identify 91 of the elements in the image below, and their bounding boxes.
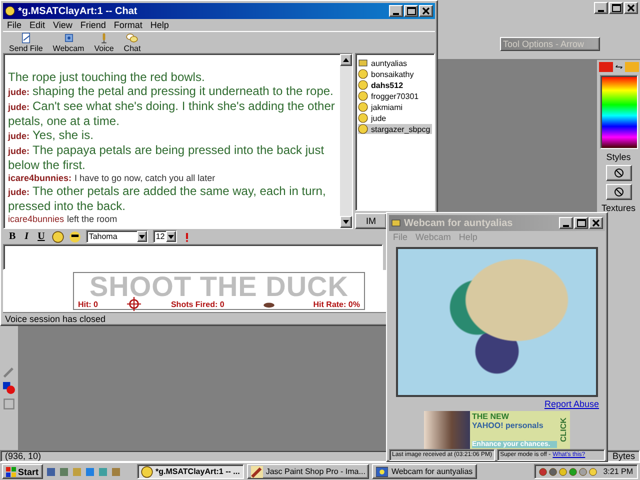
toolbar-button[interactable]: Webcam [50, 32, 86, 53]
crop-icon [3, 398, 15, 410]
banner-title: SHOOT THE DUCK [90, 273, 348, 301]
maximize-button[interactable] [574, 217, 588, 229]
user-list-item[interactable]: frogger70301 [358, 91, 432, 101]
window-title: Webcam for auntyalias [404, 218, 514, 228]
no-symbol-icon [614, 168, 624, 178]
maximize-icon [576, 219, 586, 227]
chat-message: jude: The papaya petals are being pressed into the back just below the first. [8, 143, 326, 172]
chat-message: jude: The other petals are added the same way, each in turn, pressed into the back. [8, 184, 327, 213]
no-symbol-icon [614, 187, 624, 197]
scrollbar[interactable] [340, 54, 352, 228]
underline-button[interactable]: U [36, 231, 47, 242]
clock: 3:21 PM [603, 467, 633, 476]
sunglasses-smiley-icon[interactable] [68, 230, 81, 242]
chat-event: icare4bunnies left the room [8, 213, 118, 225]
toolbar-button[interactable]: Voice [92, 32, 116, 53]
maximize-icon [612, 4, 620, 12]
user-list-item[interactable]: stargazer_sbpcg [358, 124, 432, 134]
close-icon [592, 219, 600, 227]
banner-stat: Hit: 0 [78, 300, 98, 308]
im-button[interactable]: IM [355, 213, 387, 229]
webcam-icon [391, 218, 401, 228]
chat-message: jude: Can't see what she's doing. I think she's adding the other petals, one at a time. [8, 99, 336, 128]
ad-brand: YAHOO! personals [472, 421, 544, 430]
user-list-item[interactable]: jude [358, 113, 432, 123]
color-spectrum[interactable] [600, 75, 638, 149]
font-dropdown[interactable]: Tahoma [86, 230, 148, 243]
shapes-icon [3, 382, 15, 394]
palette-label: Textures [601, 203, 636, 213]
bold-button[interactable]: B [7, 231, 18, 242]
palette-title: Tool Options - Arrow [503, 39, 586, 49]
style-button[interactable] [606, 165, 632, 181]
close-button[interactable] [624, 2, 638, 14]
swap-arrows-icon [614, 63, 622, 71]
maximize-icon [406, 7, 416, 15]
palette-label: Styles [606, 152, 631, 162]
down-arrow-icon [168, 234, 174, 238]
ad-headline: THE NEW [472, 412, 510, 421]
user-list-item[interactable]: auntyalias [358, 58, 432, 68]
menu-item[interactable]: Format [114, 20, 142, 30]
menu-item[interactable]: Friend [80, 20, 106, 30]
user-list-item[interactable]: jakmiami [358, 102, 432, 112]
cursor-coordinates: (936, 10) [5, 451, 42, 461]
chat-message: jude: Yes, she is. [8, 128, 94, 143]
close-button[interactable] [419, 5, 433, 17]
maximize-button[interactable] [609, 2, 623, 14]
background-color-swatch[interactable] [624, 62, 638, 72]
minimize-button[interactable] [559, 217, 573, 229]
size-dropdown[interactable]: 12 [152, 230, 177, 243]
chat-message: jude: shaping the petal and pressing it underneath to the rope. [8, 84, 334, 99]
message-input[interactable] [3, 244, 383, 270]
chat-message: The rope just touching the red bowls. [8, 70, 206, 84]
up-arrow-icon [343, 58, 349, 62]
down-arrow-icon [138, 234, 145, 238]
photo-placeholder [424, 411, 470, 449]
user-list-item[interactable]: bonsaikathy [358, 69, 432, 79]
user-list-item[interactable]: dahs512 [358, 80, 432, 90]
minimize-button[interactable] [594, 2, 608, 14]
banner-stat: Shots Fired: 0 [170, 300, 224, 308]
minimize-button[interactable] [389, 5, 403, 17]
smiley-icon [5, 6, 15, 16]
window-title: *g.MSATClayArt:1 -- Chat [18, 6, 138, 16]
close-icon [422, 7, 430, 15]
close-icon [627, 4, 635, 12]
down-arrow-icon [343, 220, 349, 224]
banner-stat: Hit Rate: 0% [313, 300, 360, 308]
start-button[interactable]: Start [2, 464, 43, 479]
close-button[interactable] [589, 217, 603, 229]
windows-logo-icon [6, 466, 16, 476]
taskbar-button[interactable]: Jasc Paint Shop Pro - Ima... [246, 464, 370, 479]
chat-message: icare4bunnies: I have to go now, catch you all later [8, 172, 216, 184]
style-button[interactable] [606, 184, 632, 200]
toolbar-button[interactable]: Chat [122, 32, 143, 53]
status-text: Bytes [612, 451, 635, 461]
menu-item[interactable]: Help [150, 20, 169, 30]
ad-banner[interactable]: SHOOT THE DUCK Hit: 0 Shots Fired: 0 Hit Rate: 0% [73, 272, 365, 310]
smiley-icon[interactable] [52, 230, 64, 242]
ad-click-label: CLICK [559, 411, 570, 449]
crosshair-icon [127, 297, 142, 311]
menu-item[interactable]: View [53, 20, 72, 30]
foreground-color-swatch[interactable] [598, 62, 612, 72]
menu-item[interactable]: Edit [30, 20, 46, 30]
italic-button[interactable]: I [22, 231, 31, 242]
toolbar-button[interactable]: Send File [7, 32, 45, 53]
maximize-button[interactable] [404, 5, 418, 17]
taskbar-button[interactable]: *g.MSATClayArt:1 -- ... [136, 464, 244, 479]
taskbar-button[interactable]: Webcam for auntyalias [372, 464, 477, 479]
report-abuse-link[interactable]: Report Abuse [544, 399, 599, 409]
menu-item[interactable]: File [7, 20, 22, 30]
quick-launch-icon[interactable] [46, 466, 56, 476]
